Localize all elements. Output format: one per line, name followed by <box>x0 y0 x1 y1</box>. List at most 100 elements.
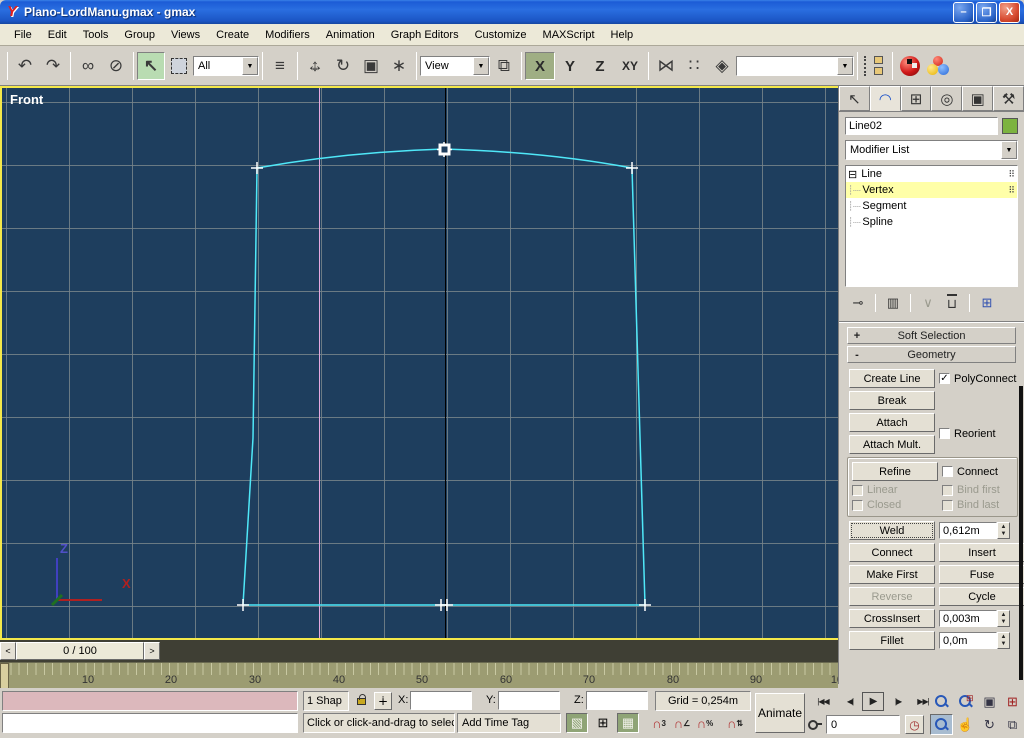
weld-threshold-spinner[interactable]: 0,612m ▲▼ <box>939 522 1010 539</box>
maxscript-mini-listener-white[interactable] <box>2 713 298 733</box>
spinner-arrows-icon[interactable]: ▲▼ <box>997 632 1010 649</box>
spinner-arrows-icon[interactable]: ▲▼ <box>997 522 1010 539</box>
select-object-button[interactable]: ↖ <box>137 52 165 80</box>
play-button[interactable]: ▶ <box>862 692 884 711</box>
pin-stack-button[interactable]: ⊸ <box>847 293 869 313</box>
make-unique-button[interactable]: ∨ <box>917 293 939 313</box>
attach-mult-button[interactable]: Attach Mult. <box>849 435 935 454</box>
next-frame-arrow[interactable]: > <box>144 642 160 660</box>
animate-button[interactable]: Animate <box>755 693 805 733</box>
restrict-y-button[interactable]: Y <box>555 52 585 80</box>
edit-named-selections-button[interactable] <box>861 52 889 80</box>
cycle-button[interactable]: Cycle <box>939 587 1024 606</box>
mirror-button[interactable]: ⋈ <box>652 52 680 80</box>
refine-button[interactable]: Refine <box>852 462 938 481</box>
current-frame-field[interactable]: 0 <box>826 715 900 734</box>
spinner-arrows-icon[interactable]: ▲▼ <box>997 610 1010 627</box>
align-button[interactable]: ◈ <box>708 52 736 80</box>
checkbox-icon[interactable] <box>942 466 953 477</box>
rollout-soft-selection[interactable]: + Soft Selection <box>847 327 1016 344</box>
zoom-extents-button[interactable]: ▣ <box>978 691 1001 712</box>
reference-coordinate-dropdown[interactable]: View ▼ <box>420 56 490 76</box>
menu-file[interactable]: File <box>6 26 40 44</box>
create-line-button[interactable]: Create Line <box>849 369 935 388</box>
remove-modifier-button[interactable]: ⊔ <box>941 293 963 313</box>
spline-shape[interactable]: X Z <box>2 88 838 638</box>
show-end-result-button[interactable]: ▥ <box>882 293 904 313</box>
selection-region-button[interactable] <box>165 52 193 80</box>
key-mode-icon[interactable] <box>808 718 822 730</box>
zoom-all-button[interactable]: ⊞ <box>954 691 977 712</box>
attach-button[interactable]: Attach <box>849 413 935 432</box>
crossinsert-spinner[interactable]: 0,003m ▲▼ <box>939 610 1010 627</box>
connect-checkbox[interactable]: Connect <box>942 466 998 478</box>
go-to-start-button[interactable]: |◀◀ <box>810 692 836 711</box>
reorient-checkbox[interactable]: Reorient <box>939 428 996 440</box>
tab-hierarchy[interactable]: ⊞ <box>901 86 932 111</box>
y-coordinate-field[interactable] <box>498 691 560 710</box>
angle-snap-toggle[interactable]: ∩∠ <box>671 713 693 733</box>
tab-utilities[interactable]: ⚒ <box>993 86 1024 111</box>
break-button[interactable]: Break <box>849 391 935 410</box>
use-pivot-center-button[interactable]: ⧉ <box>490 52 518 80</box>
pan-button[interactable]: ☝ <box>954 714 977 735</box>
previous-frame-arrow[interactable]: < <box>0 642 16 660</box>
snap-toggle-button[interactable]: ▧ <box>566 713 588 733</box>
tab-display[interactable]: ▣ <box>962 86 993 111</box>
menu-tools[interactable]: Tools <box>75 26 117 44</box>
selected-vertex-marker[interactable] <box>437 142 452 157</box>
unlink-selection-button[interactable]: ⊘ <box>102 52 130 80</box>
redo-button[interactable]: ↷ <box>39 52 67 80</box>
rollout-geometry[interactable]: - Geometry <box>847 346 1016 363</box>
zoom-button[interactable] <box>930 691 953 712</box>
menu-views[interactable]: Views <box>163 26 208 44</box>
absolute-offset-toggle[interactable]: ∔ <box>374 692 392 710</box>
min-max-toggle-button[interactable]: ⧉ <box>1001 714 1024 735</box>
checkbox-checked-icon[interactable]: ✓ <box>939 373 950 384</box>
add-time-tag[interactable]: Add Time Tag <box>457 713 561 733</box>
menu-customize[interactable]: Customize <box>467 26 535 44</box>
minimize-button[interactable]: – <box>953 2 974 23</box>
front-viewport[interactable]: Front X Z <box>0 86 840 640</box>
named-selection-dropdown[interactable]: ▼ <box>736 56 854 76</box>
menu-modifiers[interactable]: Modifiers <box>257 26 318 44</box>
next-frame-button[interactable]: |▶ <box>888 692 908 711</box>
region-zoom-button[interactable] <box>930 714 953 735</box>
fillet-value[interactable]: 0,0m <box>939 632 997 649</box>
weld-threshold-value[interactable]: 0,612m <box>939 522 997 539</box>
checkbox-icon[interactable] <box>939 428 950 439</box>
connect-button[interactable]: Connect <box>849 543 935 562</box>
modifier-list-dropdown[interactable]: Modifier List ▼ <box>845 140 1018 160</box>
fillet-spinner[interactable]: 0,0m ▲▼ <box>939 632 1010 649</box>
select-and-move-button[interactable]: ↔↕ <box>301 52 329 80</box>
object-name-field[interactable]: Line02 <box>845 117 998 135</box>
vertex-markers[interactable] <box>237 162 651 611</box>
make-first-button[interactable]: Make First <box>849 565 935 584</box>
snap-grid-button[interactable]: ▦ <box>617 713 639 733</box>
menu-help[interactable]: Help <box>603 26 642 44</box>
fuse-button[interactable]: Fuse <box>939 565 1024 584</box>
time-configuration-button[interactable]: ◷ <box>905 715 924 734</box>
fillet-button[interactable]: Fillet <box>849 631 935 650</box>
menu-edit[interactable]: Edit <box>40 26 75 44</box>
select-and-manipulate-button[interactable]: ∗ <box>385 52 413 80</box>
time-slider-thumb[interactable] <box>0 663 9 688</box>
configure-modifier-sets-button[interactable]: ⊞ <box>976 293 998 313</box>
material-navigator-button[interactable] <box>924 52 952 80</box>
percent-snap-toggle[interactable]: ∩% <box>694 713 716 733</box>
object-color-swatch[interactable] <box>1002 118 1018 134</box>
selection-filter-dropdown[interactable]: All ▼ <box>193 56 259 76</box>
menu-graph-editors[interactable]: Graph Editors <box>383 26 467 44</box>
maxscript-mini-listener-pink[interactable] <box>2 691 298 711</box>
stack-item-line[interactable]: ⊟ Line ⠿ <box>846 166 1017 182</box>
insert-button[interactable]: Insert <box>939 543 1024 562</box>
select-and-rotate-button[interactable]: ↻ <box>329 52 357 80</box>
menu-create[interactable]: Create <box>208 26 257 44</box>
zoom-extents-all-button[interactable]: ⊞ <box>1001 691 1024 712</box>
panel-scrollbar[interactable] <box>1019 386 1023 680</box>
snaps-toggle-3d[interactable]: ∩3 <box>648 713 670 733</box>
restrict-z-button[interactable]: Z <box>585 52 615 80</box>
spinner-snap-toggle[interactable]: ∩⇅ <box>724 713 746 733</box>
stack-item-segment[interactable]: ┊···· Segment <box>846 198 1017 214</box>
expand-collapse-icon[interactable]: ⊟ <box>848 168 857 181</box>
